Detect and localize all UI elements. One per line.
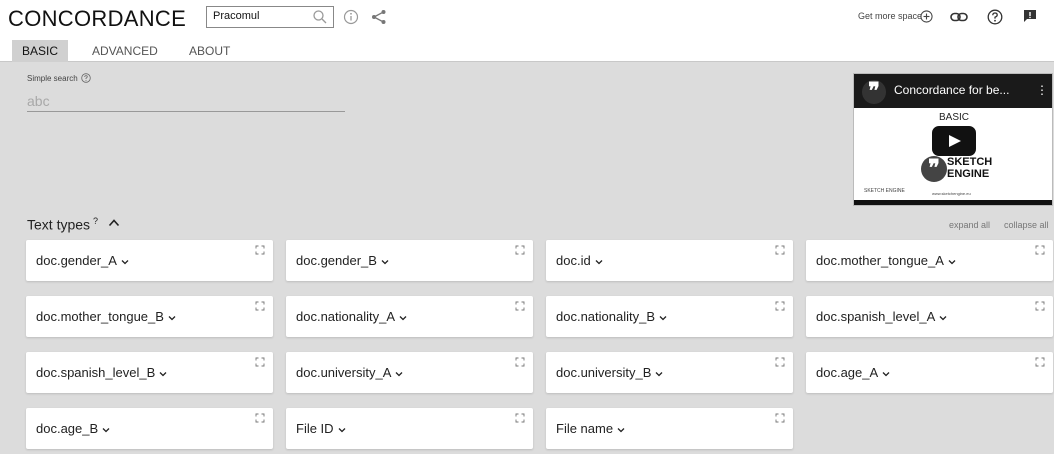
fullscreen-icon[interactable]: [255, 357, 265, 367]
fullscreen-icon[interactable]: [515, 301, 525, 311]
chevron-down-icon: [595, 259, 603, 264]
text-type-card[interactable]: doc.gender_A: [26, 240, 273, 281]
chevron-down-icon: [399, 315, 407, 320]
chevron-up-icon[interactable]: [108, 218, 120, 228]
get-more-space-link[interactable]: Get more space: [858, 11, 922, 21]
link-icon[interactable]: [950, 10, 968, 24]
tab-about[interactable]: ABOUT: [189, 44, 230, 58]
plus-circle-icon[interactable]: [920, 10, 933, 23]
text-type-card[interactable]: File name: [546, 408, 793, 449]
text-type-card[interactable]: doc.spanish_level_A: [806, 296, 1053, 337]
chevron-down-icon: [948, 259, 956, 264]
text-type-label[interactable]: doc.nationality_B: [556, 309, 667, 324]
header-bar: CONCORDANCE Pracomul Get more space: [0, 0, 1054, 38]
text-type-label[interactable]: File name: [556, 421, 625, 436]
text-type-label[interactable]: doc.nationality_A: [296, 309, 407, 324]
expand-all-link[interactable]: expand all: [949, 220, 990, 230]
feedback-icon[interactable]: [1023, 9, 1037, 23]
fullscreen-icon[interactable]: [515, 245, 525, 255]
search-icon[interactable]: [312, 9, 328, 25]
video-title: Concordance for be...: [894, 83, 1010, 97]
fullscreen-icon[interactable]: [515, 357, 525, 367]
collapse-all-link[interactable]: collapse all: [1004, 220, 1049, 230]
text-type-card[interactable]: doc.university_B: [546, 352, 793, 393]
text-type-card[interactable]: doc.mother_tongue_B: [26, 296, 273, 337]
text-type-card[interactable]: doc.age_B: [26, 408, 273, 449]
chevron-down-icon: [395, 371, 403, 376]
text-type-label[interactable]: doc.id: [556, 253, 603, 268]
tab-bar: BASIC ADVANCED ABOUT: [0, 38, 1054, 62]
text-type-label[interactable]: doc.age_A: [816, 365, 890, 380]
fullscreen-icon[interactable]: [1035, 357, 1045, 367]
text-type-label[interactable]: doc.age_B: [36, 421, 110, 436]
text-type-label[interactable]: doc.gender_A: [36, 253, 129, 268]
corpus-selector[interactable]: Pracomul: [206, 6, 334, 28]
text-type-label[interactable]: doc.university_A: [296, 365, 403, 380]
video-thumbnail[interactable]: ❞ Concordance for be... ⋮ BASIC ❞ SKETCH…: [853, 73, 1053, 206]
share-icon[interactable]: [371, 9, 387, 25]
fullscreen-icon[interactable]: [255, 301, 265, 311]
fullscreen-icon[interactable]: [255, 245, 265, 255]
video-bottom-bar: [854, 200, 1052, 205]
text-type-label[interactable]: doc.spanish_level_B: [36, 365, 167, 380]
text-type-label[interactable]: doc.university_B: [556, 365, 663, 380]
video-small-logo: SKETCH ENGINE: [864, 188, 905, 194]
chevron-down-icon: [882, 371, 890, 376]
chevron-down-icon: [159, 371, 167, 376]
simple-search-label: Simple search: [27, 74, 78, 83]
text-type-card[interactable]: doc.nationality_B: [546, 296, 793, 337]
tab-basic[interactable]: BASIC: [12, 40, 69, 62]
chevron-down-icon: [655, 371, 663, 376]
fullscreen-icon[interactable]: [255, 413, 265, 423]
text-type-card[interactable]: doc.nationality_A: [286, 296, 533, 337]
corpus-name: Pracomul: [213, 10, 260, 22]
text-type-card[interactable]: doc.spanish_level_B: [26, 352, 273, 393]
fullscreen-icon[interactable]: [775, 301, 785, 311]
video-top-bar: ❞ Concordance for be... ⋮: [854, 74, 1052, 108]
simple-search-input[interactable]: [27, 90, 345, 112]
text-type-label[interactable]: doc.mother_tongue_A: [816, 253, 956, 268]
help-icon[interactable]: [81, 73, 91, 83]
channel-logo-icon: ❞: [862, 80, 886, 104]
text-type-label[interactable]: doc.mother_tongue_B: [36, 309, 176, 324]
text-type-card[interactable]: File ID: [286, 408, 533, 449]
info-icon[interactable]: [343, 9, 359, 25]
text-types-heading: Text types?: [27, 216, 99, 233]
chevron-down-icon: [102, 427, 110, 432]
fullscreen-icon[interactable]: [1035, 301, 1045, 311]
sketch-engine-logo-icon: ❞: [921, 156, 947, 182]
text-type-card[interactable]: doc.university_A: [286, 352, 533, 393]
chevron-down-icon: [381, 259, 389, 264]
fullscreen-icon[interactable]: [1035, 245, 1045, 255]
chevron-down-icon: [121, 259, 129, 264]
video-url: www.sketchengine.eu: [932, 191, 971, 196]
chevron-down-icon: [338, 427, 346, 432]
tab-advanced[interactable]: ADVANCED: [92, 44, 158, 58]
text-type-card[interactable]: doc.age_A: [806, 352, 1053, 393]
text-type-card[interactable]: doc.mother_tongue_A: [806, 240, 1053, 281]
help-icon[interactable]: [987, 9, 1003, 25]
text-type-card[interactable]: doc.gender_B: [286, 240, 533, 281]
video-brand-text: SKETCH ENGINE: [947, 156, 993, 180]
chevron-down-icon: [617, 427, 625, 432]
text-type-label[interactable]: doc.gender_B: [296, 253, 389, 268]
chevron-down-icon: [168, 315, 176, 320]
more-vert-icon[interactable]: ⋮: [1036, 83, 1048, 97]
play-button[interactable]: [932, 126, 976, 156]
chevron-down-icon: [939, 315, 947, 320]
video-subtitle: BASIC: [938, 112, 969, 123]
fullscreen-icon[interactable]: [775, 413, 785, 423]
main-panel: Simple search ❞ Concordance for be... ⋮ …: [10, 62, 1054, 454]
page-title: CONCORDANCE: [8, 6, 187, 31]
text-type-card[interactable]: doc.id: [546, 240, 793, 281]
fullscreen-icon[interactable]: [775, 357, 785, 367]
chevron-down-icon: [659, 315, 667, 320]
text-type-label[interactable]: doc.spanish_level_A: [816, 309, 947, 324]
fullscreen-icon[interactable]: [515, 413, 525, 423]
text-type-label[interactable]: File ID: [296, 421, 346, 436]
fullscreen-icon[interactable]: [775, 245, 785, 255]
